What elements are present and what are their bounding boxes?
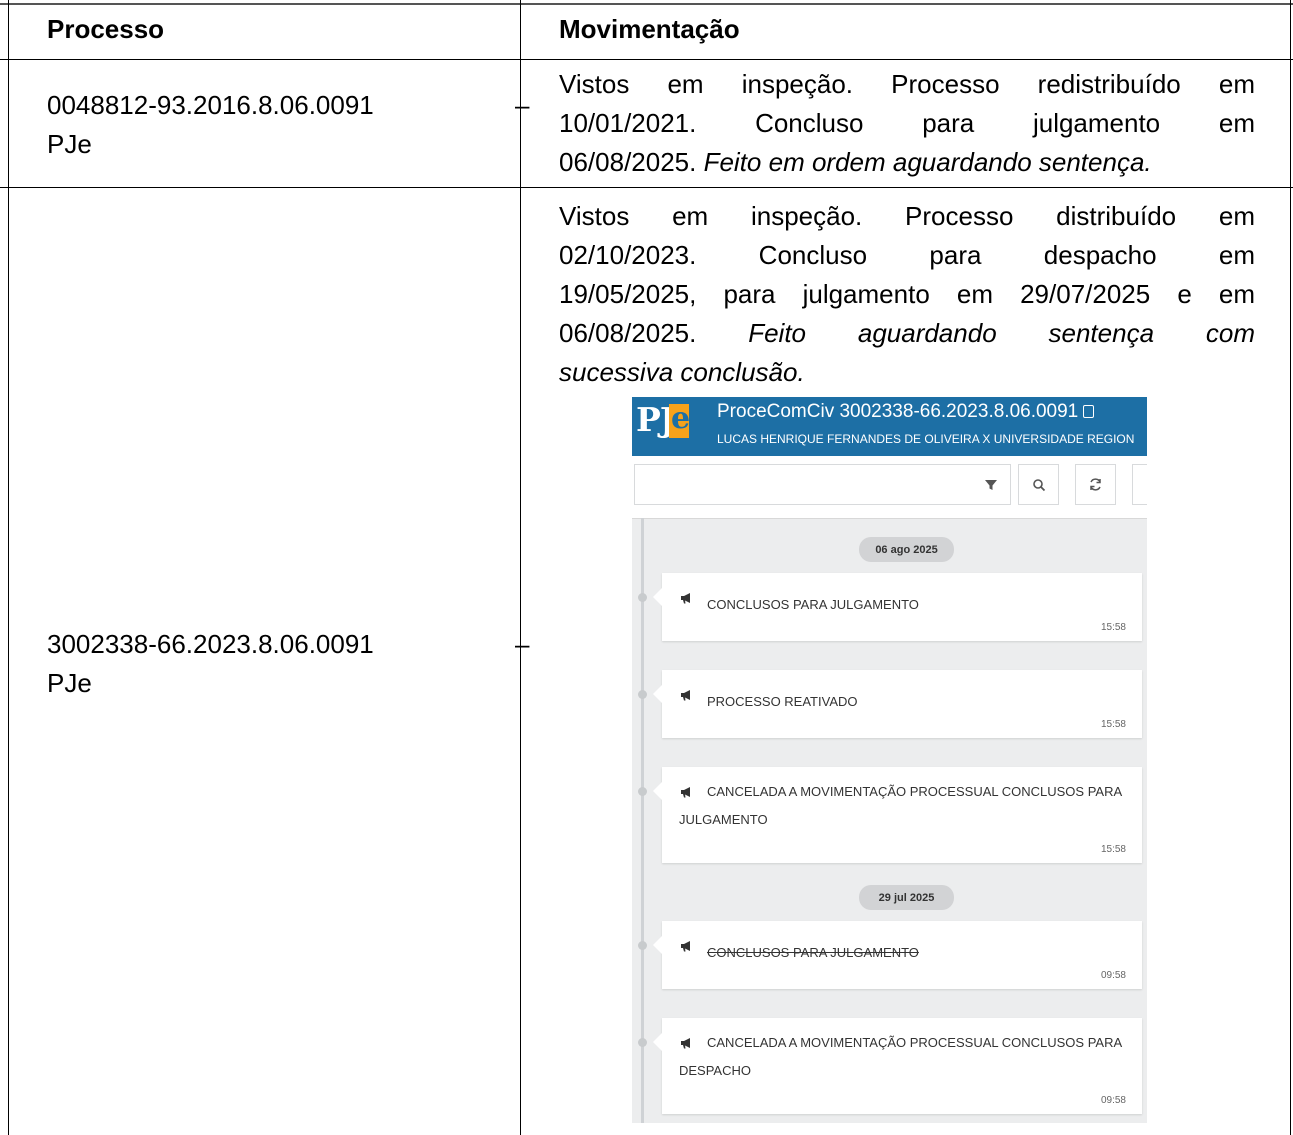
- movement-line: 19/05/2025, para julgamento em 29/07/202…: [559, 279, 1255, 309]
- timeline-event-card[interactable]: PROCESSO REATIVADO 15:58: [653, 670, 1142, 738]
- pje-header: PJ e ProceComCiv 3002338-66.2023.8.06.00…: [632, 397, 1147, 456]
- timeline-event-card[interactable]: CANCELADA A MOVIMENTAÇÃO PROCESSUAL CONC…: [653, 1018, 1142, 1114]
- date-badge: 29 jul 2025: [859, 885, 954, 910]
- event-time: 15:58: [1100, 844, 1126, 855]
- event-text: CANCELADA A MOVIMENTAÇÃO PROCESSUAL CONC…: [679, 784, 1122, 827]
- dash: –: [515, 90, 530, 120]
- timeline-dot: [638, 787, 647, 796]
- table-left-border: [8, 0, 9, 1135]
- timeline-dot: [638, 1038, 647, 1047]
- movement-status: Feito em ordem aguardando sentença.: [703, 147, 1152, 177]
- megaphone-icon: [679, 591, 693, 605]
- movement-line: Vistos em inspeção. Processo redistribuí…: [559, 69, 1255, 99]
- timeline-dot: [638, 941, 647, 950]
- table-row-process: 3002338-66.2023.8.06.0091 – PJe: [47, 625, 529, 703]
- timeline-line: [641, 518, 644, 1123]
- table-row-movement: Vistos em inspeção. Processo distribuído…: [559, 197, 1255, 392]
- filter-icon[interactable]: [971, 464, 1011, 505]
- chevron-left-icon[interactable]: [1132, 464, 1147, 505]
- event-text: PROCESSO REATIVADO: [707, 694, 858, 709]
- timeline-event-card[interactable]: CANCELADA A MOVIMENTAÇÃO PROCESSUAL CONC…: [653, 767, 1142, 863]
- event-time: 09:58: [1100, 1095, 1126, 1106]
- process-number: 3002338-66.2023.8.06.0091: [47, 629, 374, 659]
- row-divider: [0, 187, 1293, 188]
- header-movement: Movimentação: [559, 14, 740, 44]
- event-time: 09:58: [1100, 970, 1126, 981]
- pje-logo-accent-text: e: [671, 401, 691, 436]
- timeline-dot: [638, 690, 647, 699]
- process-number: 0048812-93.2016.8.06.0091: [47, 90, 374, 120]
- movement-line: 02/10/2023. Concluso para despacho em: [559, 240, 1255, 270]
- table-right-border: [1290, 0, 1291, 1135]
- date-badge: 06 ago 2025: [859, 537, 954, 562]
- pje-title-text: ProceComCiv 3002338-66.2023.8.06.0091: [717, 401, 1079, 422]
- event-text: CANCELADA A MOVIMENTAÇÃO PROCESSUAL CONC…: [679, 1035, 1122, 1078]
- megaphone-icon: [679, 688, 693, 702]
- process-system: PJe: [47, 129, 92, 159]
- megaphone-icon: [679, 939, 693, 953]
- column-divider: [520, 0, 521, 1135]
- process-system: PJe: [47, 668, 92, 698]
- copy-icon[interactable]: [1083, 405, 1095, 418]
- search-input[interactable]: [634, 464, 980, 505]
- movement-line: 06/08/2025. Feito aguardando sentença co…: [559, 314, 1255, 353]
- pje-screenshot: PJ e ProceComCiv 3002338-66.2023.8.06.00…: [632, 397, 1147, 1123]
- pje-toolbar: [632, 456, 1147, 519]
- header-process: Processo: [47, 14, 165, 44]
- row-divider: [0, 59, 1293, 60]
- movement-status: Feito aguardando sentença com: [748, 318, 1255, 348]
- timeline-dot: [638, 593, 647, 602]
- movement-line: 10/01/2021. Concluso para julgamento em: [559, 108, 1255, 138]
- movement-status: sucessiva conclusão.: [559, 357, 805, 387]
- table-row-movement: Vistos em inspeção. Processo redistribuí…: [559, 65, 1255, 182]
- event-time: 15:58: [1100, 622, 1126, 633]
- event-time: 15:58: [1100, 719, 1126, 730]
- movement-line: Vistos em inspeção. Processo distribuído…: [559, 201, 1255, 231]
- timeline-event-card[interactable]: CONCLUSOS PARA JULGAMENTO 15:58: [653, 573, 1142, 641]
- dash: –: [515, 629, 530, 659]
- event-text: CONCLUSOS PARA JULGAMENTO: [707, 945, 919, 960]
- search-icon[interactable]: [1018, 464, 1059, 505]
- pje-title: ProceComCiv 3002338-66.2023.8.06.0091: [717, 401, 1095, 423]
- movement-date: 06/08/2025.: [559, 318, 749, 348]
- pje-logo-accent: e: [669, 401, 691, 438]
- table-row-process: 0048812-93.2016.8.06.0091 – PJe: [47, 86, 529, 164]
- pje-subtitle: LUCAS HENRIQUE FERNANDES DE OLIVEIRA X U…: [717, 432, 1135, 446]
- movement-line: sucessiva conclusão.: [559, 353, 1255, 392]
- table-top-border: [0, 3, 1293, 5]
- pje-logo: PJ e: [636, 400, 691, 440]
- timeline-event-card[interactable]: CONCLUSOS PARA JULGAMENTO 09:58: [653, 921, 1142, 989]
- event-text: CONCLUSOS PARA JULGAMENTO: [707, 597, 919, 612]
- movement-date: 06/08/2025.: [559, 147, 704, 177]
- refresh-icon[interactable]: [1075, 464, 1116, 505]
- movement-line: 06/08/2025. Feito em ordem aguardando se…: [559, 143, 1255, 182]
